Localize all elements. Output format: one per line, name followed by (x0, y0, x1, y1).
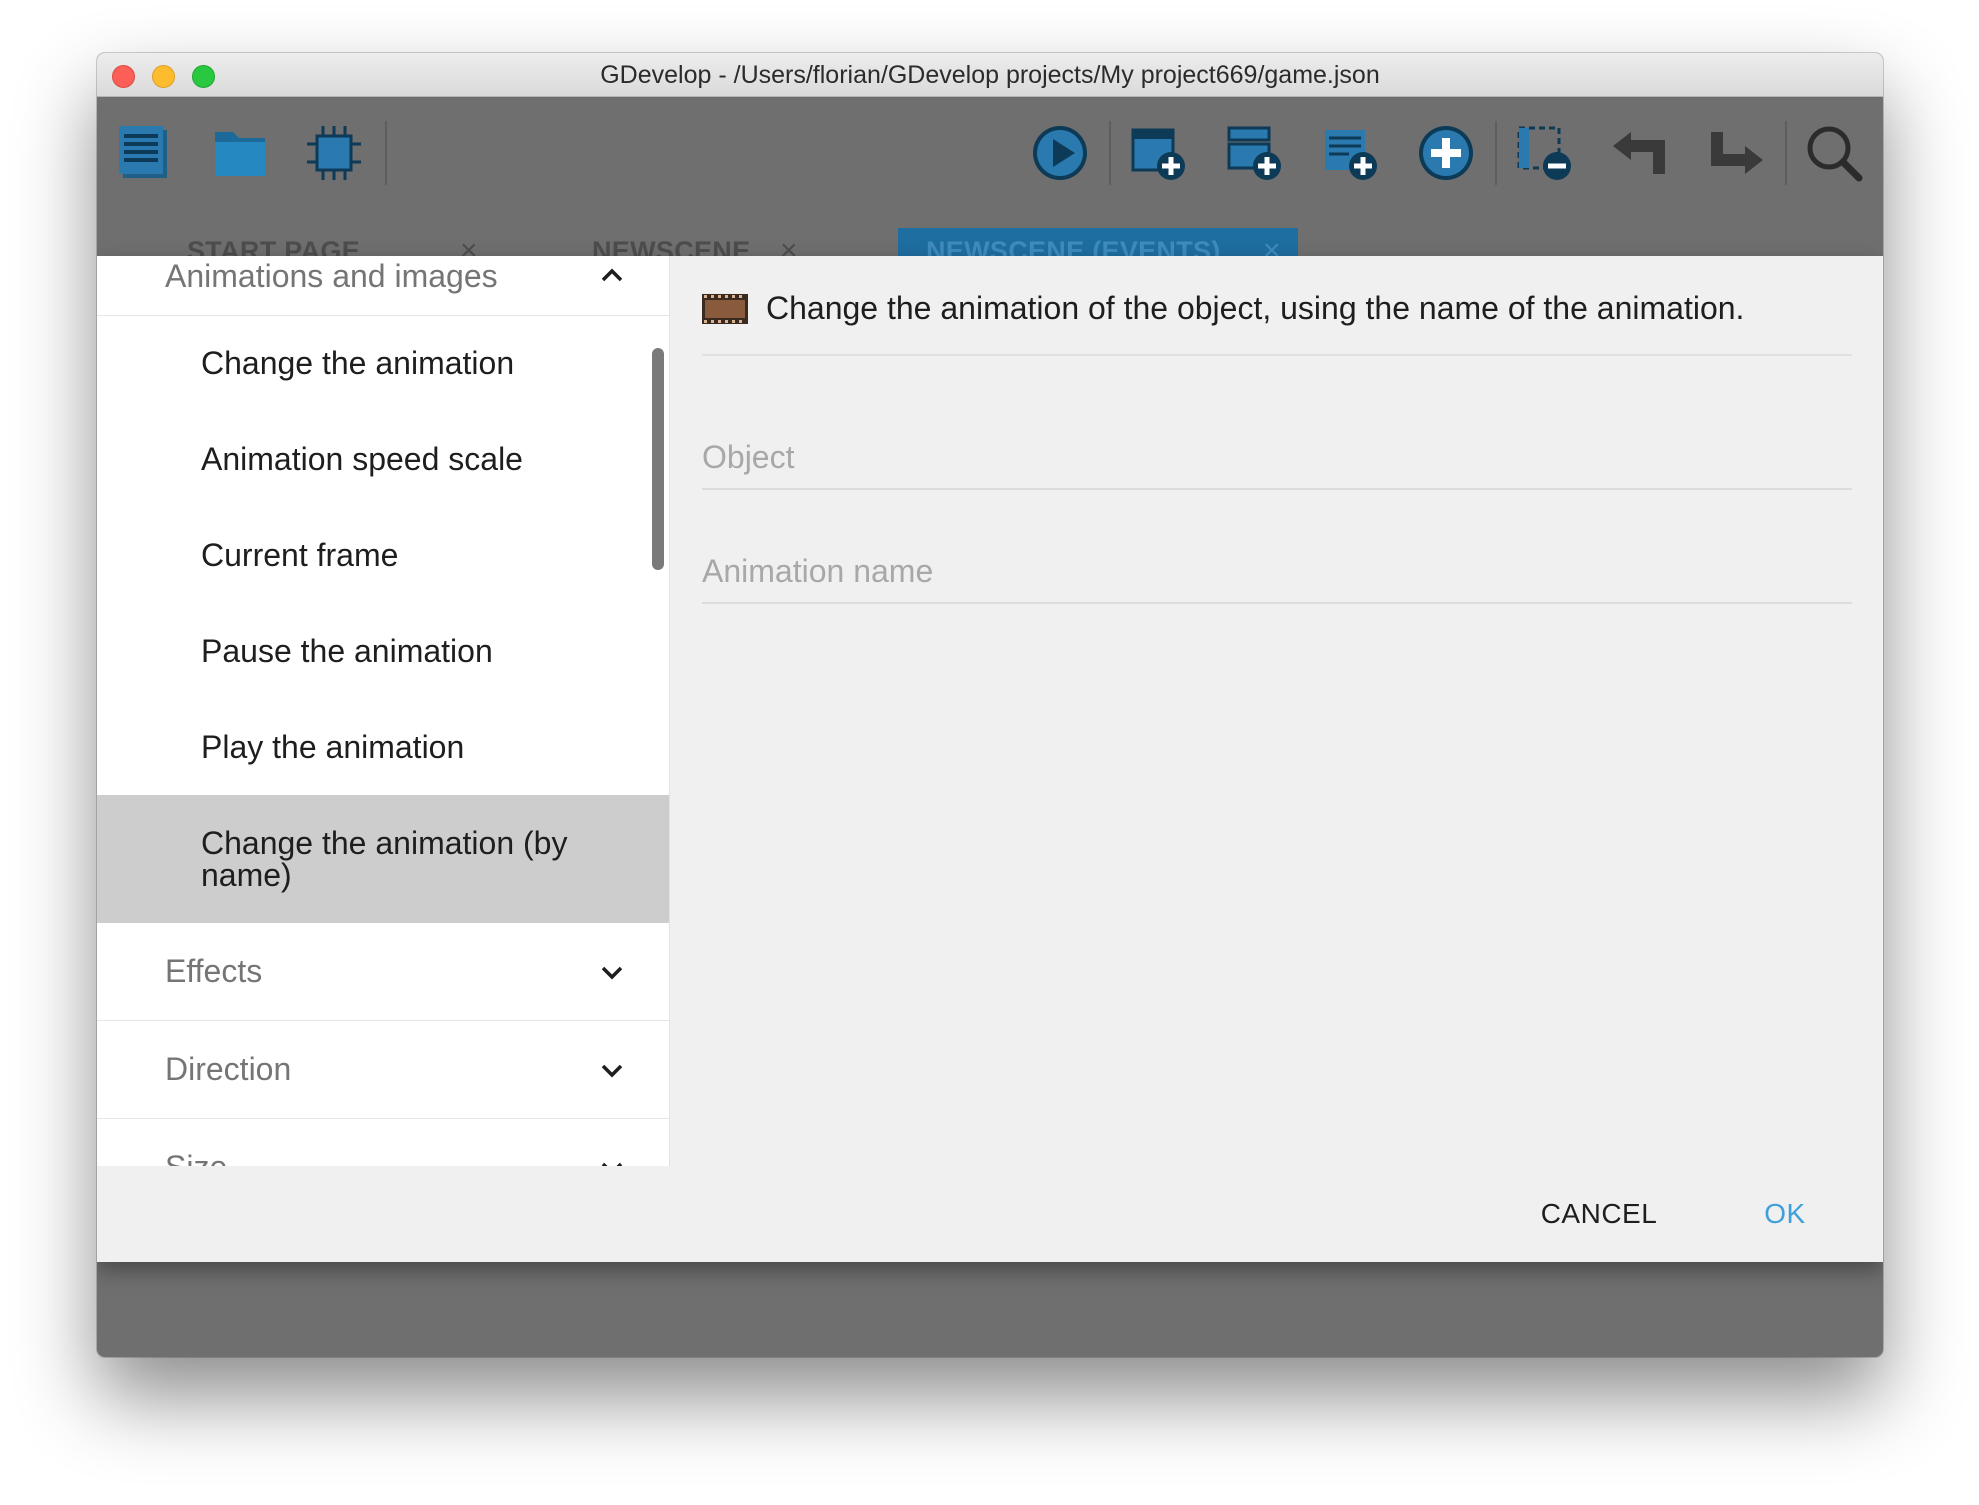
app-window: GDevelop - /Users/florian/GDevelop proje… (97, 53, 1883, 1357)
window-title: GDevelop - /Users/florian/GDevelop proje… (600, 61, 1380, 89)
toolbar-separator (1109, 121, 1111, 185)
instruction-item[interactable]: Change the animation (97, 315, 669, 411)
redo-icon[interactable] (1705, 122, 1767, 184)
add-external-events-icon[interactable] (1223, 122, 1285, 184)
undo-icon[interactable] (1609, 122, 1671, 184)
group-label: Effects (165, 953, 263, 989)
toolbar-separator (1495, 121, 1497, 185)
search-icon[interactable] (1803, 122, 1865, 184)
project-manager-icon[interactable] (115, 122, 177, 184)
instruction-label: Animation speed scale (201, 441, 523, 477)
object-input[interactable] (702, 428, 1852, 486)
chevron-down-icon (601, 966, 623, 980)
instruction-item[interactable]: Pause the animation (97, 603, 669, 699)
chevron-up-icon (601, 268, 623, 282)
instruction-label: Pause the animation (201, 633, 493, 669)
instruction-label: Change the animation (201, 345, 515, 381)
scrollbar-thumb[interactable] (652, 348, 664, 570)
animation-name-field[interactable] (702, 542, 1852, 604)
instruction-item-selected[interactable]: Change the animation (by name) (97, 795, 669, 923)
group-effects[interactable]: Effects (97, 923, 669, 1021)
instruction-description: Change the animation of the object, usin… (702, 276, 1852, 356)
group-animations-and-images[interactable]: Animations and images (97, 256, 669, 316)
chevron-down-icon (601, 1064, 623, 1078)
chevron-down-icon (601, 1162, 623, 1166)
open-folder-icon[interactable] (209, 122, 271, 184)
cancel-button[interactable]: CANCEL (1529, 1188, 1669, 1240)
group-direction[interactable]: Direction (97, 1021, 669, 1119)
instruction-label: Current frame (201, 537, 399, 573)
title-bar: GDevelop - /Users/florian/GDevelop proje… (97, 53, 1883, 97)
instruction-label: Change the animation (by name) (201, 825, 568, 893)
instruction-item[interactable]: Current frame (97, 507, 669, 603)
add-scene-icon[interactable] (1127, 122, 1189, 184)
delete-selection-icon[interactable] (1513, 122, 1575, 184)
film-strip-icon (702, 294, 748, 324)
dialog-actions: CANCEL OK (97, 1166, 1883, 1262)
instruction-item[interactable]: Play the animation (97, 699, 669, 795)
toolbar-separator (1785, 121, 1787, 185)
add-event-icon[interactable] (1319, 122, 1381, 184)
instruction-label: Play the animation (201, 729, 465, 765)
group-label: Size (165, 1149, 227, 1166)
animation-name-input[interactable] (702, 542, 1852, 600)
extensions-icon[interactable] (303, 122, 365, 184)
instruction-list[interactable]: Animations and images Change the animati… (97, 256, 670, 1166)
object-field[interactable] (702, 428, 1852, 490)
description-text: Change the animation of the object, usin… (766, 290, 1745, 326)
toolbar (97, 97, 1883, 217)
preview-play-icon[interactable] (1029, 122, 1091, 184)
group-label: Animations and images (165, 258, 498, 294)
group-label: Direction (165, 1051, 292, 1087)
group-size[interactable]: Size (97, 1119, 669, 1166)
ok-button[interactable]: OK (1745, 1188, 1825, 1240)
toolbar-separator (385, 121, 387, 185)
add-circle-icon[interactable] (1415, 122, 1477, 184)
instruction-item[interactable]: Animation speed scale (97, 411, 669, 507)
instruction-editor-dialog: Animations and images Change the animati… (97, 256, 1883, 1262)
instruction-parameters: Change the animation of the object, usin… (670, 256, 1883, 1166)
